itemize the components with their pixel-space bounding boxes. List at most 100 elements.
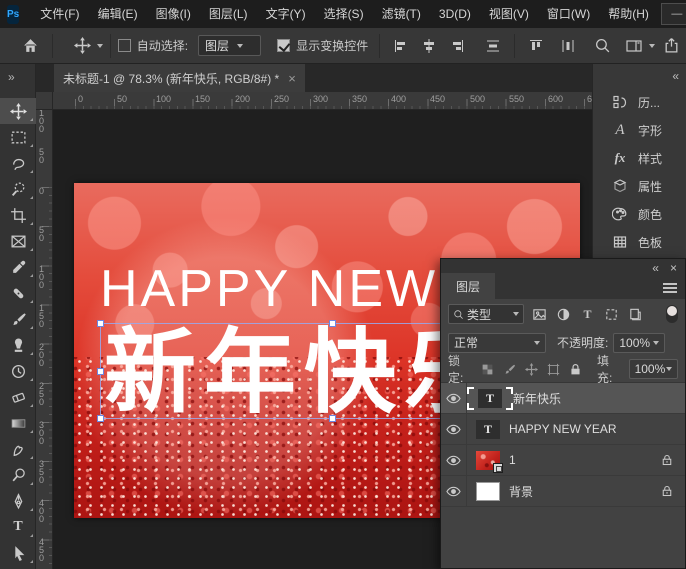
dock-item-label: 历...	[638, 94, 660, 111]
menu-filter[interactable]: 滤镜(T)	[373, 0, 430, 28]
transform-handle-bottom-left[interactable]	[97, 415, 104, 422]
dock-item-color[interactable]: 颜色	[593, 200, 686, 228]
menu-select[interactable]: 选择(S)	[315, 0, 373, 28]
search-icon[interactable]	[594, 37, 611, 54]
tool-gradient[interactable]	[0, 410, 36, 436]
tab-close-icon[interactable]: ×	[288, 71, 296, 86]
layer-thumbnail-text[interactable]: T	[476, 420, 500, 439]
filter-smart-object-icon[interactable]	[627, 306, 644, 323]
panel-collapse-icon[interactable]: «	[652, 261, 658, 275]
workspace-caret[interactable]	[649, 44, 655, 48]
vertical-ruler[interactable]: 100 50 0 50 100 150 200 250 300 350 400 …	[36, 110, 53, 569]
filter-shape-layer-icon[interactable]	[603, 306, 620, 323]
menu-help[interactable]: 帮助(H)	[599, 0, 658, 28]
layer-filter-toggle[interactable]	[666, 305, 678, 323]
tool-type[interactable]: T	[0, 514, 36, 540]
align-left-edges-icon[interactable]	[393, 38, 409, 54]
tool-brush[interactable]	[0, 306, 36, 332]
transform-handle-middle-left[interactable]	[97, 368, 104, 375]
fill-field[interactable]: 100%	[629, 359, 678, 379]
visibility-toggle[interactable]	[441, 414, 467, 444]
panel-close-icon[interactable]: ×	[670, 261, 677, 275]
layer-name[interactable]: HAPPY NEW YEAR	[509, 422, 617, 436]
tool-history-brush[interactable]	[0, 358, 36, 384]
transform-handle-bottom-center[interactable]	[329, 415, 336, 422]
distribute-horizontal-centers-icon[interactable]	[560, 38, 576, 54]
tool-quick-selection[interactable]	[0, 176, 36, 202]
tool-path-selection[interactable]	[0, 540, 36, 566]
horizontal-ruler[interactable]: 0 50 100 150 200 250 300 350 400 450 500…	[53, 92, 592, 110]
tool-eyedropper[interactable]	[0, 254, 36, 280]
menu-view[interactable]: 视图(V)	[480, 0, 538, 28]
menu-layer[interactable]: 图层(L)	[200, 0, 257, 28]
move-tool-icon[interactable]	[74, 37, 91, 54]
tool-rectangular-marquee[interactable]	[0, 124, 36, 150]
tool-smudge[interactable]	[0, 436, 36, 462]
tool-dodge[interactable]	[0, 462, 36, 488]
tool-crop[interactable]	[0, 202, 36, 228]
visibility-toggle[interactable]	[441, 383, 467, 413]
tool-lasso[interactable]	[0, 150, 36, 176]
layer-thumbnail-image[interactable]	[476, 451, 500, 470]
show-transform-checkbox[interactable]	[277, 39, 290, 52]
layer-row-1[interactable]: 1	[441, 445, 685, 476]
dock-item-properties[interactable]: 属性	[593, 172, 686, 200]
filter-pixel-layer-icon[interactable]	[531, 306, 548, 323]
menu-image[interactable]: 图像(I)	[147, 0, 200, 28]
tab-layers[interactable]: 图层	[441, 273, 495, 299]
align-right-edges-icon[interactable]	[449, 38, 465, 54]
tool-frame[interactable]	[0, 228, 36, 254]
dock-item-history[interactable]: 历...	[593, 88, 686, 116]
menu-type[interactable]: 文字(Y)	[257, 0, 315, 28]
lock-artboard-icon[interactable]	[545, 361, 561, 378]
document-tab[interactable]: 未标题-1 @ 78.3% (新年快乐, RGB/8#) * ×	[54, 64, 305, 92]
lock-position-icon[interactable]	[523, 361, 539, 378]
tool-move[interactable]	[0, 98, 36, 124]
dock-collapse-icon[interactable]: «	[593, 64, 686, 88]
auto-select-dropdown[interactable]: 图层	[198, 35, 261, 56]
align-top-edges-icon[interactable]	[528, 38, 544, 54]
visibility-toggle[interactable]	[441, 476, 467, 506]
menu-edit[interactable]: 编辑(E)	[89, 0, 147, 28]
layer-name[interactable]: 新年快乐	[513, 390, 561, 407]
dock-item-swatches[interactable]: 色板	[593, 228, 686, 256]
distribute-vertical-centers-icon[interactable]	[485, 38, 501, 54]
tool-pen[interactable]	[0, 488, 36, 514]
transform-handle-top-left[interactable]	[97, 320, 104, 327]
tool-spot-healing-brush[interactable]	[0, 280, 36, 306]
layer-filter-dropdown[interactable]: 类型	[448, 304, 524, 324]
auto-select-checkbox[interactable]	[118, 39, 131, 52]
menu-3d[interactable]: 3D(D)	[430, 0, 480, 28]
menu-file[interactable]: 文件(F)	[31, 0, 88, 28]
move-tool-caret[interactable]	[97, 44, 103, 48]
blend-mode-dropdown[interactable]: 正常	[448, 333, 546, 353]
layer-name[interactable]: 背景	[509, 483, 533, 500]
panel-menu-icon[interactable]	[663, 283, 677, 293]
toolbar-expand-icon[interactable]: »	[0, 64, 35, 90]
filter-type-layer-icon[interactable]: T	[579, 306, 596, 323]
layer-thumbnail-background[interactable]	[476, 482, 500, 501]
layer-row-happy-new-year[interactable]: T HAPPY NEW YEAR	[441, 414, 685, 445]
layer-row-xinniankuaile[interactable]: T 新年快乐	[441, 383, 685, 414]
transform-handle-top-center[interactable]	[329, 320, 336, 327]
dock-item-glyphs[interactable]: A 字形	[593, 116, 686, 144]
lock-all-icon[interactable]	[567, 361, 583, 378]
opacity-field[interactable]: 100%	[613, 333, 665, 353]
workspace-icon[interactable]	[625, 38, 643, 54]
share-icon[interactable]	[663, 37, 680, 54]
layer-thumbnail-text[interactable]: T	[478, 389, 502, 408]
auto-select-label: 自动选择:	[137, 37, 188, 54]
tool-eraser[interactable]	[0, 384, 36, 410]
layer-name[interactable]: 1	[509, 453, 516, 467]
minimize-button[interactable]: —	[661, 3, 686, 25]
filter-adjustment-layer-icon[interactable]	[555, 306, 572, 323]
dock-item-styles[interactable]: fx 样式	[593, 144, 686, 172]
visibility-toggle[interactable]	[441, 445, 467, 475]
align-horizontal-centers-icon[interactable]	[421, 38, 437, 54]
lock-pixels-icon[interactable]	[501, 361, 517, 378]
tool-clone-stamp[interactable]	[0, 332, 36, 358]
menu-window[interactable]: 窗口(W)	[538, 0, 599, 28]
lock-transparency-icon[interactable]	[480, 361, 496, 378]
home-icon[interactable]	[22, 37, 39, 54]
layer-row-background[interactable]: 背景	[441, 476, 685, 507]
